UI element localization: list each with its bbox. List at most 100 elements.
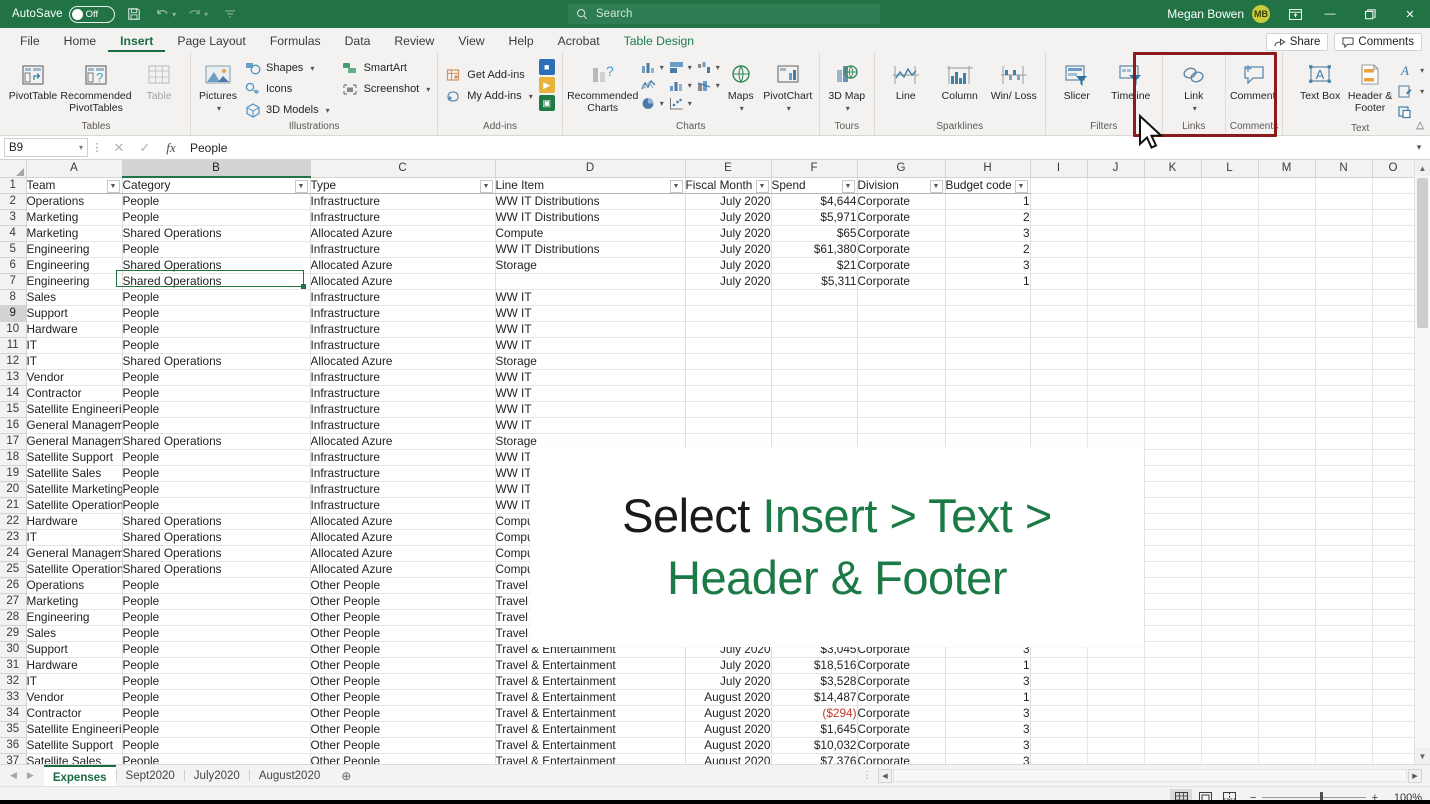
empty-cell[interactable]: [1258, 289, 1316, 306]
tab-home[interactable]: Home: [52, 30, 109, 52]
row-header-19[interactable]: 19: [0, 465, 27, 482]
ribbon-display-options-icon[interactable]: [1280, 0, 1310, 28]
data-cell[interactable]: WW IT Distributions: [495, 193, 686, 210]
row-header-5[interactable]: 5: [0, 241, 27, 258]
empty-cell[interactable]: [1372, 353, 1415, 370]
data-cell[interactable]: [945, 337, 1031, 354]
row-header-13[interactable]: 13: [0, 369, 27, 386]
data-cell[interactable]: Allocated Azure: [310, 273, 496, 290]
row-header-37[interactable]: 37: [0, 753, 27, 764]
empty-cell[interactable]: [1030, 417, 1088, 434]
empty-cell[interactable]: [1087, 385, 1145, 402]
empty-cell[interactable]: [1372, 753, 1415, 764]
data-cell[interactable]: $61,380: [771, 241, 858, 258]
data-cell[interactable]: Sales: [26, 625, 123, 642]
data-cell[interactable]: Storage: [495, 353, 686, 370]
3d-models-chevron-down-icon[interactable]: ▾: [326, 106, 330, 115]
empty-cell[interactable]: [1258, 241, 1316, 258]
empty-cell[interactable]: [1372, 193, 1415, 210]
empty-cell[interactable]: [1144, 625, 1202, 642]
empty-cell[interactable]: [1087, 401, 1145, 418]
empty-cell[interactable]: [1258, 257, 1316, 274]
empty-cell[interactable]: [1372, 417, 1415, 434]
empty-cell[interactable]: [1372, 705, 1415, 722]
empty-cell[interactable]: [1201, 529, 1259, 546]
empty-cell[interactable]: [1144, 641, 1202, 658]
data-cell[interactable]: People: [122, 193, 311, 210]
data-cell[interactable]: 3: [945, 257, 1031, 274]
row-header-7[interactable]: 7: [0, 273, 27, 290]
empty-cell[interactable]: [1372, 481, 1415, 498]
empty-cell[interactable]: [1030, 337, 1088, 354]
row-header-33[interactable]: 33: [0, 689, 27, 706]
sheet-tab-july2020[interactable]: July2020: [185, 765, 249, 787]
row-header-17[interactable]: 17: [0, 433, 27, 450]
empty-cell[interactable]: [1201, 657, 1259, 674]
empty-cell[interactable]: [1258, 593, 1316, 610]
name-box-chevron-down-icon[interactable]: ▾: [79, 143, 83, 152]
empty-cell[interactable]: [1144, 593, 1202, 610]
data-cell[interactable]: IT: [26, 529, 123, 546]
data-cell[interactable]: Satellite Support: [26, 737, 123, 754]
recommended-pivottables-button[interactable]: ? Recommended PivotTables: [60, 57, 132, 114]
data-cell[interactable]: Infrastructure: [310, 449, 496, 466]
data-cell[interactable]: Infrastructure: [310, 321, 496, 338]
filter-dropdown-icon[interactable]: ▼: [106, 179, 120, 192]
col-header-F[interactable]: F: [771, 160, 858, 178]
empty-cell[interactable]: [1030, 657, 1088, 674]
data-cell[interactable]: 1: [945, 657, 1031, 674]
row-header-11[interactable]: 11: [0, 337, 27, 354]
row-header-22[interactable]: 22: [0, 513, 27, 530]
data-cell[interactable]: [771, 305, 858, 322]
filter-dropdown-icon[interactable]: ▼: [841, 179, 855, 192]
empty-cell[interactable]: [1372, 593, 1415, 610]
data-cell[interactable]: [945, 417, 1031, 434]
data-cell[interactable]: $7,376: [771, 753, 858, 764]
row-header-12[interactable]: 12: [0, 353, 27, 370]
data-cell[interactable]: People: [122, 609, 311, 626]
empty-cell[interactable]: [1372, 657, 1415, 674]
col-header-J[interactable]: J: [1087, 160, 1145, 178]
screenshot-button[interactable]: Screenshot ▾: [339, 79, 434, 99]
data-cell[interactable]: $14,487: [771, 689, 858, 706]
data-cell[interactable]: People: [122, 641, 311, 658]
sparkline-winloss-button[interactable]: Win/ Loss: [987, 57, 1041, 103]
empty-cell[interactable]: [1144, 657, 1202, 674]
data-cell[interactable]: People: [122, 625, 311, 642]
column-title-cell[interactable]: Line Item ▼: [495, 177, 686, 194]
data-cell[interactable]: Satellite Operations: [26, 497, 123, 514]
empty-cell[interactable]: [1030, 241, 1088, 258]
empty-cell[interactable]: [1315, 305, 1373, 322]
empty-cell[interactable]: [1315, 257, 1373, 274]
empty-cell[interactable]: [1201, 305, 1259, 322]
data-cell[interactable]: WW IT: [495, 369, 686, 386]
data-cell[interactable]: July 2020: [685, 209, 772, 226]
data-cell[interactable]: [857, 353, 946, 370]
empty-cell[interactable]: [1087, 417, 1145, 434]
data-cell[interactable]: People: [122, 209, 311, 226]
empty-cell[interactable]: [1144, 753, 1202, 764]
row-header-25[interactable]: 25: [0, 561, 27, 578]
empty-cell[interactable]: [1258, 609, 1316, 626]
empty-cell[interactable]: [1201, 433, 1259, 450]
empty-cell[interactable]: [1087, 721, 1145, 738]
data-cell[interactable]: 3: [945, 673, 1031, 690]
data-cell[interactable]: People: [122, 721, 311, 738]
empty-cell[interactable]: [1372, 561, 1415, 578]
data-cell[interactable]: WW IT: [495, 321, 686, 338]
data-cell[interactable]: Support: [26, 641, 123, 658]
data-cell[interactable]: [771, 385, 858, 402]
data-cell[interactable]: WW IT Distributions: [495, 241, 686, 258]
col-header-A[interactable]: A: [26, 160, 123, 178]
horizontal-scroll-track[interactable]: [893, 769, 1407, 782]
data-cell[interactable]: [771, 417, 858, 434]
empty-cell[interactable]: [1144, 481, 1202, 498]
empty-cell[interactable]: [1201, 449, 1259, 466]
empty-cell[interactable]: [1258, 337, 1316, 354]
wordart-button[interactable]: A ▾: [1393, 60, 1427, 80]
data-cell[interactable]: People: [122, 497, 311, 514]
data-cell[interactable]: [857, 369, 946, 386]
empty-cell[interactable]: [1372, 241, 1415, 258]
data-cell[interactable]: IT: [26, 673, 123, 690]
data-cell[interactable]: Corporate: [857, 193, 946, 210]
